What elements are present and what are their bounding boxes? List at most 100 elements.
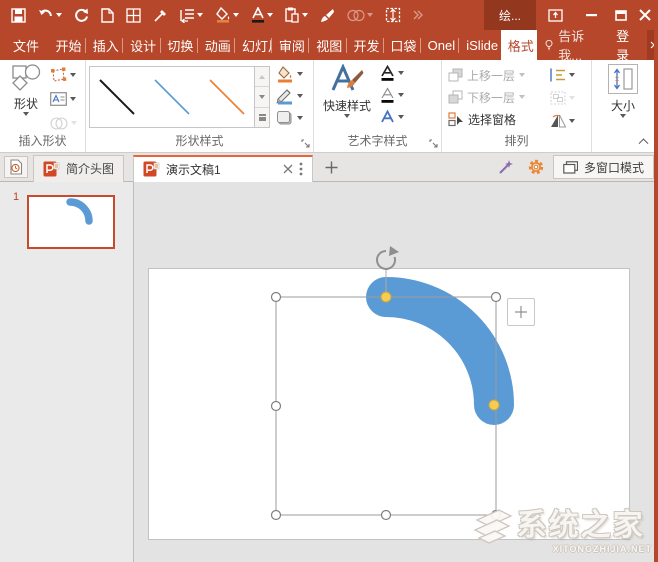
resize-handle-bottom-center[interactable] (380, 509, 392, 521)
text-effects-button[interactable] (380, 108, 404, 126)
tab-design[interactable]: 设计 (123, 30, 159, 60)
dialog-launcher-icon[interactable] (429, 139, 438, 148)
multi-window-mode-button[interactable]: 多窗口模式 (552, 155, 654, 179)
format-painter-button[interactable] (317, 3, 338, 27)
text-box-button[interactable] (50, 90, 77, 108)
merge-shapes-button[interactable] (344, 3, 376, 27)
undo-button[interactable] (35, 3, 65, 27)
gallery-scroll-down-button[interactable] (255, 87, 269, 108)
shape-effects-button[interactable] (276, 109, 303, 127)
more-commands-button[interactable] (410, 3, 426, 27)
send-backward-icon (448, 90, 463, 104)
send-backward-button[interactable]: 下移一层 (448, 87, 526, 107)
shape-style-buttons (276, 65, 303, 127)
tab-view[interactable]: 视图 (309, 30, 345, 60)
fill-color-button[interactable] (212, 3, 242, 27)
resize-handle-bottom-right[interactable] (490, 509, 502, 521)
dialog-launcher-icon[interactable] (301, 139, 310, 148)
tab-onekey[interactable]: Onel (421, 30, 459, 60)
rotate-button[interactable] (550, 112, 575, 130)
tab-developer[interactable]: 开发 (347, 30, 383, 60)
ribbon-display-icon (547, 8, 563, 22)
quick-add-button[interactable] (507, 298, 535, 326)
tab-transitions[interactable]: 切换 (160, 30, 196, 60)
tab-file[interactable]: 文件 (0, 30, 48, 60)
gallery-more-button[interactable] (255, 107, 269, 127)
text-effects-icon (381, 109, 394, 123)
bring-forward-button[interactable]: 上移一层 (448, 65, 526, 85)
text-fill-button[interactable] (380, 64, 404, 82)
style-swatch-black[interactable] (90, 67, 145, 127)
yellow-adjust-handle-end[interactable] (488, 399, 500, 411)
indent-button[interactable] (177, 3, 206, 27)
tab-slideshow[interactable]: 幻灯片 (235, 30, 271, 60)
tell-me-button[interactable]: 告诉我... (537, 26, 606, 64)
tab-home[interactable]: 开始 (48, 30, 84, 60)
tab-koudai[interactable]: 口袋 (383, 30, 419, 60)
style-swatch-orange[interactable] (199, 67, 254, 127)
close-icon (283, 164, 293, 174)
group-objects-button[interactable] (550, 89, 575, 107)
new-file-button[interactable] (98, 3, 117, 27)
sign-in-button[interactable]: 登录 (606, 26, 647, 64)
tab-insert[interactable]: 插入 (86, 30, 122, 60)
resize-handle-mid-left[interactable] (270, 400, 282, 412)
close-tab-button[interactable] (283, 164, 293, 174)
quick-styles-label: 快速样式 (322, 99, 371, 113)
size-button[interactable]: 大小 (600, 64, 646, 118)
arrow-down-icon (259, 94, 266, 99)
grid-view-button[interactable] (123, 3, 144, 27)
tab-review[interactable]: 审阅 (272, 30, 308, 60)
new-tab-button[interactable] (319, 155, 343, 179)
arc-shape[interactable] (366, 277, 514, 425)
dropdown-caret-icon (519, 95, 526, 99)
plus-icon (515, 306, 527, 318)
quick-styles-button[interactable]: 快速样式 (318, 64, 376, 118)
dropdown-caret-icon (569, 119, 575, 123)
slide-thumbnail[interactable] (27, 195, 115, 249)
group-label: 插入形状 (18, 134, 67, 148)
shapes-button[interactable]: 形状 (6, 64, 46, 116)
doc-tab-presentation1[interactable]: 演示文稿1 (133, 154, 314, 182)
eyedropper-button[interactable] (150, 3, 171, 27)
edit-shape-button[interactable] (50, 66, 77, 84)
dropdown-caret-icon (519, 73, 526, 77)
align-button[interactable] (550, 66, 575, 84)
fit-window-button[interactable] (382, 3, 404, 27)
gallery-scroll-up-button[interactable] (255, 67, 269, 88)
merge-shapes-icon (50, 116, 68, 130)
dropdown-caret-icon (71, 121, 77, 125)
yellow-adjust-handle-start[interactable] (380, 291, 392, 303)
shape-fill-button[interactable] (276, 65, 303, 83)
collapse-ribbon-button[interactable] (638, 137, 650, 149)
shape-outline-button[interactable] (276, 87, 303, 105)
tab-islide[interactable]: iSlide (459, 30, 500, 60)
font-color-button[interactable] (248, 3, 276, 27)
selection-pane-button[interactable]: 选择窗格 (448, 109, 516, 129)
dropdown-caret-icon (297, 116, 303, 120)
settings-button[interactable] (523, 159, 549, 175)
save-button[interactable] (8, 3, 29, 27)
doc-tab-intro[interactable]: 简介头图 (33, 154, 125, 182)
tab-format[interactable]: 格式 (500, 30, 538, 60)
paste-button[interactable] (282, 3, 311, 27)
resize-handle-bottom-left[interactable] (270, 509, 282, 521)
rotate-handle-icon[interactable] (376, 246, 399, 270)
fill-color-icon (216, 7, 230, 23)
group-label: 艺术字样式 (347, 134, 408, 148)
slide-canvas-area[interactable]: 系统之家 XITONGZHIJIA.NET (134, 182, 654, 562)
redo-button[interactable] (71, 3, 92, 27)
main-area: 1 系统之家 XITONGZHIJIA.NET (0, 182, 658, 562)
ribbon-tab-bar: 文件 开始 插入 设计 切换 动画 幻灯片 审阅 视图 开发 口袋 Onel i… (0, 29, 658, 63)
draw-tools-button[interactable]: 绘... (484, 0, 536, 30)
tab-animations[interactable]: 动画 (198, 30, 234, 60)
style-swatch-blue[interactable] (145, 67, 200, 127)
merge-shapes-ribbon-button[interactable] (50, 114, 77, 132)
tab-more-button[interactable] (299, 162, 303, 176)
recent-files-button[interactable] (4, 156, 28, 178)
group-shape-styles: 形状样式 (86, 60, 314, 152)
resize-handle-top-right[interactable] (490, 291, 502, 303)
text-outline-button[interactable] (380, 86, 404, 104)
resize-handle-top-left[interactable] (270, 291, 282, 303)
wand-tool-button[interactable] (493, 159, 519, 175)
